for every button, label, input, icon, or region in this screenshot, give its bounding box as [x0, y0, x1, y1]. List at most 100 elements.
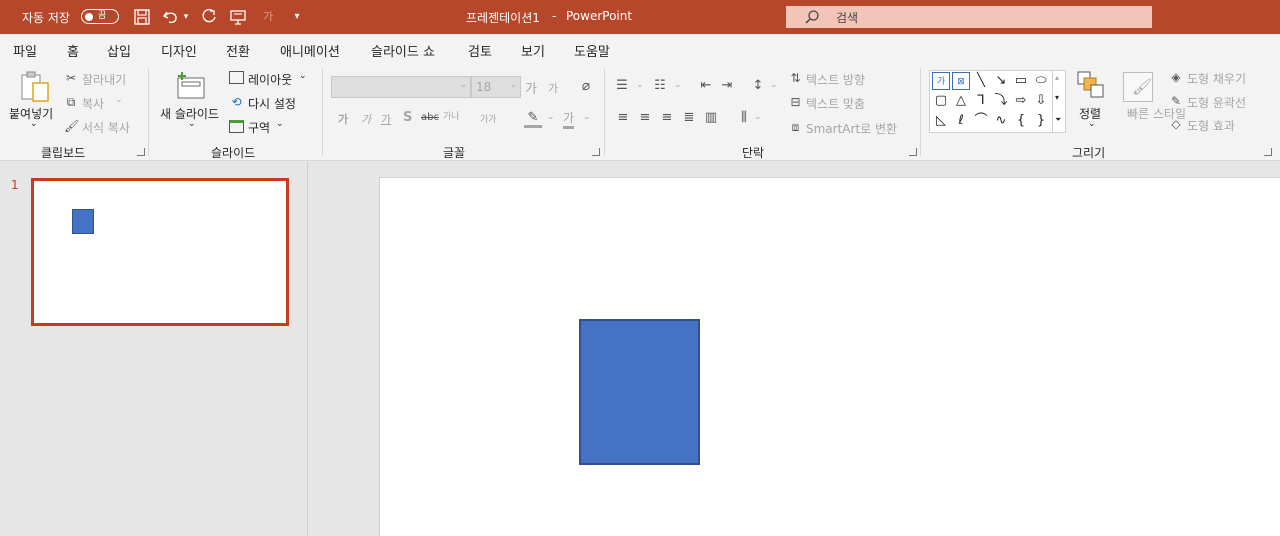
line-spacing-dropdown-icon[interactable]: ⌄	[770, 80, 778, 90]
shape-outline-button[interactable]: 도형 윤곽선	[1187, 94, 1246, 111]
section-button[interactable]: 구역	[248, 119, 270, 136]
shapes-gallery-scroll[interactable]: ▴ ▾ ⏷	[1052, 70, 1066, 133]
numbering-icon[interactable]: ☷	[651, 79, 669, 93]
tab-view[interactable]: 보기	[521, 41, 545, 60]
paragraph-launcher-icon[interactable]	[909, 148, 917, 156]
smartart-button[interactable]: SmartArt로 변환	[806, 120, 897, 137]
reset-button[interactable]: 다시 설정	[248, 95, 296, 112]
customize-qat-icon[interactable]: ▾	[288, 8, 306, 26]
drawing-launcher-icon[interactable]	[1264, 148, 1272, 156]
bullets-dropdown-icon[interactable]: ⌄	[636, 80, 644, 90]
rounded-rectangle-icon[interactable]: ▢	[932, 92, 950, 110]
save-icon[interactable]	[133, 8, 151, 26]
line-spacing-icon[interactable]: ↕	[749, 79, 767, 93]
distributed-icon[interactable]: ▥	[702, 111, 720, 125]
left-brace-icon[interactable]: {	[1012, 112, 1030, 130]
scroll-down-icon[interactable]: ▾	[1055, 93, 1059, 102]
section-dropdown-icon[interactable]: ⌄	[276, 119, 284, 129]
format-painter-button[interactable]: 서식 복사	[82, 119, 130, 136]
font-color-button[interactable]: 가	[563, 109, 575, 129]
clear-formatting-icon[interactable]: ⌀	[577, 79, 595, 93]
cut-button[interactable]: 잘라내기	[82, 71, 126, 88]
search-box[interactable]: 검색	[786, 6, 1152, 28]
elbow-connector-icon[interactable]: ⅂	[972, 92, 990, 110]
tab-review[interactable]: 검토	[468, 41, 492, 60]
rectangle-shape[interactable]	[579, 319, 700, 465]
columns-icon[interactable]: ⫼	[735, 111, 753, 125]
clipboard-launcher-icon[interactable]	[137, 148, 145, 156]
shrink-font-button[interactable]: 가	[548, 80, 558, 96]
grow-font-button[interactable]: 가	[525, 78, 537, 97]
underline-button[interactable]: 가	[381, 111, 391, 127]
copy-button[interactable]: 복사	[82, 95, 104, 112]
tab-file[interactable]: 파일	[13, 41, 37, 60]
justify-icon[interactable]: ≣	[680, 111, 698, 125]
slide-canvas[interactable]	[379, 177, 1280, 536]
char-spacing-button[interactable]: 가나	[443, 109, 460, 122]
font-launcher-icon[interactable]	[592, 148, 600, 156]
layout-button[interactable]: 레이아웃	[248, 71, 292, 88]
italic-button[interactable]: 가	[361, 111, 371, 127]
strikethrough-icon[interactable]: abc	[421, 111, 439, 125]
decrease-indent-icon[interactable]: ⇤	[697, 79, 715, 93]
curve-icon[interactable]: ∿	[992, 112, 1010, 130]
right-arrow-icon[interactable]: ⇨	[1012, 92, 1030, 110]
new-slide-dropdown-icon[interactable]: ⌄	[188, 119, 196, 129]
copy-dropdown-icon[interactable]: ⌄	[115, 95, 123, 105]
arc-icon[interactable]: ⌒	[972, 112, 990, 130]
arrange-icon[interactable]	[1076, 70, 1106, 100]
scribble-icon[interactable]: ℓ	[952, 112, 970, 130]
bold-button[interactable]: 가	[338, 111, 348, 127]
highlight-dropdown-icon[interactable]: ⌄	[547, 112, 555, 122]
tab-help[interactable]: 도움말	[574, 41, 610, 60]
freeform-icon[interactable]: ◺	[932, 112, 950, 130]
layout-dropdown-icon[interactable]: ⌄	[299, 71, 307, 81]
elbow-arrow-icon[interactable]: ⤵	[992, 92, 1010, 110]
new-slide-icon[interactable]	[174, 70, 206, 102]
align-center-icon[interactable]: ≡	[636, 111, 654, 125]
columns-dropdown-icon[interactable]: ⌄	[754, 112, 762, 122]
vertical-text-box-icon[interactable]: ⊠	[952, 72, 970, 90]
redo-icon[interactable]	[200, 8, 218, 26]
down-arrow-icon[interactable]: ⇩	[1032, 92, 1050, 110]
tab-animations[interactable]: 애니메이션	[280, 41, 340, 60]
rectangle-shape-icon[interactable]: ▭	[1012, 72, 1030, 90]
undo-icon[interactable]	[162, 8, 180, 26]
shape-effects-button[interactable]: 도형 효과	[1187, 117, 1235, 134]
text-shadow-button[interactable]: S	[403, 110, 412, 125]
tab-insert[interactable]: 삽입	[107, 41, 131, 60]
tab-transitions[interactable]: 전환	[226, 41, 250, 60]
oval-shape-icon[interactable]: ⬭	[1032, 72, 1050, 90]
change-case-button[interactable]: 가가	[480, 112, 497, 125]
start-from-beginning-icon[interactable]	[229, 8, 247, 26]
slide-thumbnail[interactable]	[31, 178, 289, 326]
paste-icon[interactable]	[18, 70, 52, 104]
quick-styles-icon[interactable]: 🖌	[1123, 72, 1153, 102]
autosave-toggle[interactable]: 끔	[81, 9, 119, 24]
tab-design[interactable]: 디자인	[161, 41, 197, 60]
font-size-select[interactable]: 18 ⌄	[471, 76, 521, 98]
align-left-icon[interactable]: ≡	[614, 111, 632, 125]
tab-home[interactable]: 홈	[67, 41, 79, 65]
gallery-more-icon[interactable]: ⏷	[1055, 115, 1061, 125]
font-color-dropdown-icon[interactable]: ⌄	[583, 112, 591, 122]
bullets-icon[interactable]: ☰	[613, 79, 631, 93]
undo-dropdown-icon[interactable]: ▾	[180, 8, 192, 26]
numbering-dropdown-icon[interactable]: ⌄	[674, 80, 682, 90]
align-text-button[interactable]: 텍스트 맞춤	[806, 95, 865, 112]
highlight-icon[interactable]: ✎	[524, 111, 542, 128]
align-right-icon[interactable]: ≡	[658, 111, 676, 125]
tab-slideshow[interactable]: 슬라이드 쇼	[371, 41, 435, 60]
paste-dropdown-icon[interactable]: ⌄	[30, 119, 38, 129]
scroll-up-icon[interactable]: ▴	[1055, 73, 1059, 82]
shapes-gallery[interactable]: 가 ⊠ ╲ ↘ ▭ ⬭ ▢ △ ⅂ ⤵ ⇨ ⇩ ◺ ℓ ⌒ ∿ { }	[929, 70, 1053, 133]
shape-fill-button[interactable]: 도형 채우기	[1187, 70, 1246, 87]
line-icon[interactable]: ╲	[972, 72, 990, 90]
triangle-icon[interactable]: △	[952, 92, 970, 110]
text-box-icon[interactable]: 가	[932, 72, 950, 90]
increase-indent-icon[interactable]: ⇥	[718, 79, 736, 93]
arrow-line-icon[interactable]: ↘	[992, 72, 1010, 90]
text-direction-button[interactable]: 텍스트 방향	[806, 71, 865, 88]
arrange-dropdown-icon[interactable]: ⌄	[1088, 119, 1096, 129]
right-brace-icon[interactable]: }	[1032, 112, 1050, 130]
